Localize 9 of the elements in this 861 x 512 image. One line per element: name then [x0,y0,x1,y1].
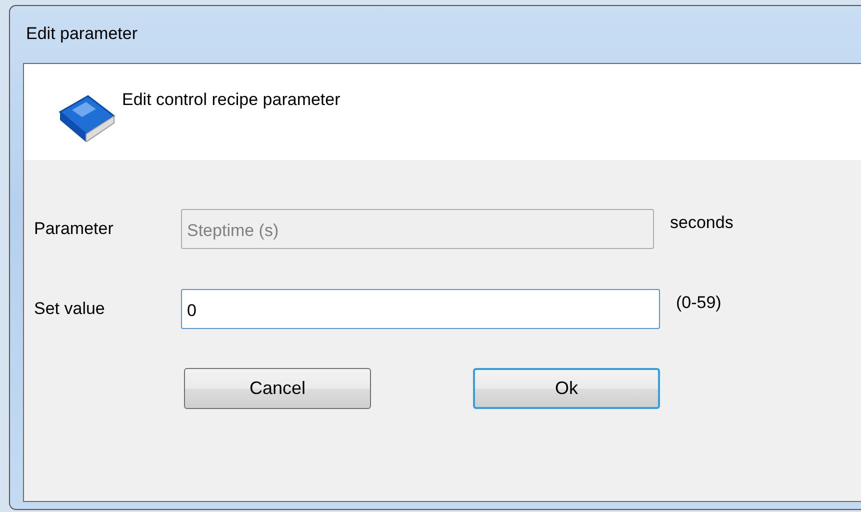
unit-label: seconds [670,213,734,233]
input-field[interactable]: 0 [181,289,660,329]
unit-label: (0-59) [676,293,722,313]
header-text: Edit control recipe parameter [122,90,340,110]
cancel-button[interactable]: Cancel [184,368,371,409]
ok-button[interactable]: Ok [473,368,660,409]
window-title: Edit parameter [25,24,138,44]
field-label: Set value [34,299,106,319]
field-label: Parameter [34,219,114,239]
